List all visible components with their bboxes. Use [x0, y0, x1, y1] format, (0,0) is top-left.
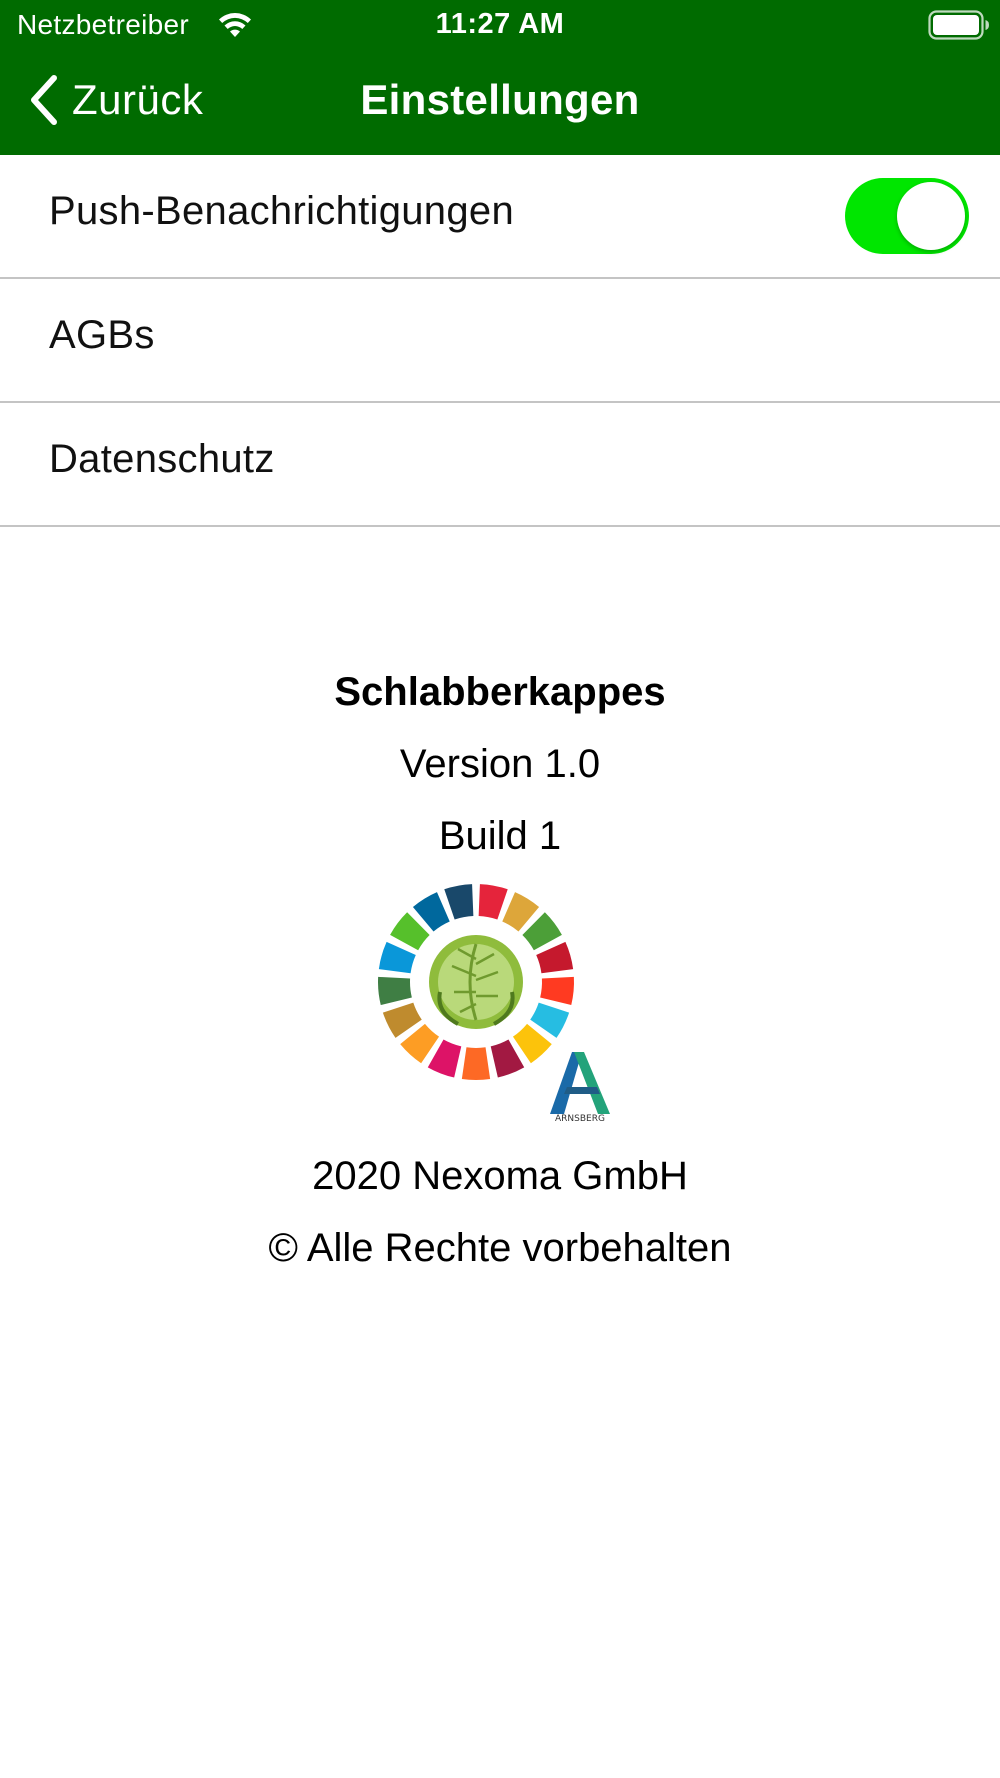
logo-graphic: ARNSBERG: [378, 884, 610, 1124]
app-version: Version 1.0: [399, 742, 601, 786]
sdg-ring-segment: [536, 941, 574, 974]
toggle-knob: [897, 182, 965, 250]
back-button[interactable]: Zurück: [26, 70, 203, 130]
about-section: Schlabberkappes Version 1.0 Build 1: [0, 660, 1000, 876]
status-bar: Netzbetreiber 11:27 AM: [0, 0, 1000, 50]
chevron-left-icon: [31, 75, 57, 125]
settings-row-push-notifications: Push-Benachrichtigungen: [0, 155, 1000, 279]
status-time: 11:27 AM: [435, 8, 565, 40]
sdg-ring-segment: [378, 941, 416, 974]
navigation-bar: Zurück Einstellungen: [0, 50, 1000, 155]
footer: 2020 Nexoma GmbH © Alle Rechte vorbehalt…: [0, 1144, 1000, 1288]
sdg-ring-segment: [461, 1047, 491, 1080]
app-build: Build 1: [438, 814, 562, 858]
app-name: Schlabberkappes: [334, 670, 666, 714]
settings-list: Push-Benachrichtigungen AGBs Datenschutz: [0, 155, 1000, 527]
cabbage-icon: [429, 935, 523, 1029]
arnsberg-a-icon: [550, 1052, 610, 1114]
datenschutz-label: Datenschutz: [49, 437, 275, 481]
back-button-label: Zurück: [72, 76, 204, 123]
rights-notice: © Alle Rechte vorbehalten: [268, 1226, 732, 1270]
copyright-company: 2020 Nexoma GmbH: [312, 1154, 688, 1198]
top-bar: Netzbetreiber 11:27 AM Zurück Einstellun…: [0, 0, 1000, 155]
sdg-ring-segment: [540, 976, 574, 1006]
push-notifications-label: Push-Benachrichtigungen: [49, 189, 514, 233]
agbs-label: AGBs: [49, 313, 155, 357]
battery-icon: [928, 10, 989, 40]
sdg-ring-segment: [378, 976, 412, 1006]
sdg-ring-segment: [444, 884, 474, 920]
app-logo: ARNSBERG: [378, 884, 618, 1124]
settings-row-agbs[interactable]: AGBs: [0, 279, 1000, 403]
settings-row-datenschutz[interactable]: Datenschutz: [0, 403, 1000, 527]
logo-caption: ARNSBERG: [555, 1114, 605, 1124]
sdg-ring-segment: [478, 884, 508, 920]
push-notifications-toggle[interactable]: [845, 178, 969, 254]
